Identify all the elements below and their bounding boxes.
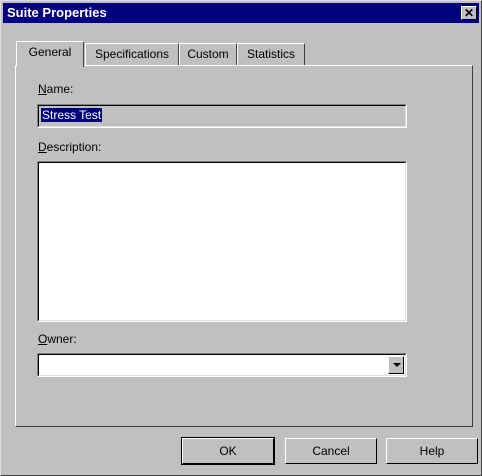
name-field[interactable]: Stress Test [37,104,407,128]
tab-general[interactable]: General [16,41,84,67]
ok-button-label: OK [219,444,237,458]
general-tab-panel: Name: Stress Test Description: Owner: [15,65,473,427]
cancel-button[interactable]: Cancel [285,438,377,464]
owner-label-rest: wner: [47,332,77,346]
description-label-rest: escription: [46,140,102,154]
tab-specifications[interactable]: Specifications [85,43,179,65]
help-button[interactable]: Help [386,438,478,464]
tab-custom-label: Custom [187,47,229,61]
cancel-button-label: Cancel [312,444,350,458]
close-icon: ✕ [463,6,475,20]
owner-label: Owner: [38,332,77,346]
name-field-value: Stress Test [41,108,103,122]
description-textarea[interactable] [37,161,407,322]
suite-properties-dialog: Suite Properties ✕ General Specification… [0,0,482,476]
ok-button[interactable]: OK [181,437,275,465]
description-label-mnemonic: D [38,140,47,154]
owner-dropdown-button[interactable] [388,356,404,374]
close-button[interactable]: ✕ [461,6,477,20]
tab-specifications-label: Specifications [94,47,170,61]
owner-combobox-border [38,354,406,376]
tab-statistics[interactable]: Statistics [237,43,305,65]
description-label: Description: [38,140,101,154]
owner-label-mnemonic: O [38,332,48,346]
title-bar[interactable]: Suite Properties ✕ [3,3,479,23]
description-textarea-border [38,162,406,321]
chevron-down-icon [393,363,401,367]
owner-combobox[interactable] [37,353,407,377]
tab-general-label: General [28,45,72,59]
window-title: Suite Properties [7,5,107,20]
tab-custom[interactable]: Custom [179,43,237,65]
name-label: Name: [38,82,73,96]
name-label-mnemonic: N [38,82,47,96]
tab-statistics-label: Statistics [246,47,295,61]
help-button-label: Help [419,444,445,458]
name-label-rest: ame: [46,82,74,96]
